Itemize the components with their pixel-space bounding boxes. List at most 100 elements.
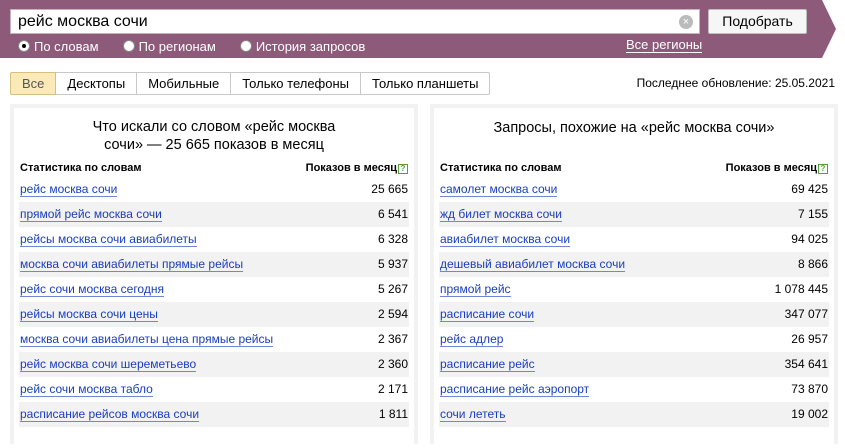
query-link[interactable]: самолет москва сочи [440, 183, 558, 197]
query-link[interactable]: рейс сочи москва табло [20, 383, 153, 397]
search-input[interactable] [18, 12, 668, 32]
shows-count: 1 078 445 [774, 282, 828, 296]
shows-count: 5 937 [377, 257, 408, 271]
search-header: × Подобрать По словам По регионам Истори… [0, 0, 845, 58]
query-link[interactable]: рейс москва сочи шереметьево [20, 358, 197, 372]
shows-count: 94 025 [791, 232, 828, 246]
table-row: сочи лететь 19 002 [439, 402, 829, 427]
shows-count: 354 641 [784, 357, 828, 371]
table-row: прямой рейс москва сочи 6 541 [19, 202, 409, 227]
shows-count: 19 002 [791, 407, 828, 421]
device-tabs: Все Десктопы Мобильные Только телефоны Т… [10, 72, 491, 95]
shows-count: 2 360 [377, 357, 408, 371]
table-row: расписание рейсов москва сочи 1 811 [19, 402, 409, 427]
table-row: расписание рейс 354 641 [439, 352, 829, 377]
query-link[interactable]: расписание сочи [440, 308, 535, 322]
radio-by-regions[interactable]: По регионам [122, 38, 216, 54]
radio-label: По регионам [138, 38, 216, 54]
radio-label: По словам [34, 38, 99, 54]
table-row: авиабилет москва сочи 94 025 [439, 227, 829, 252]
search-box[interactable]: × [10, 9, 700, 34]
radio-icon[interactable] [122, 40, 135, 52]
shows-count: 69 425 [791, 182, 828, 196]
query-link[interactable]: сочи лететь [440, 408, 506, 422]
clear-icon[interactable]: × [679, 15, 693, 29]
query-link[interactable]: расписание рейс [440, 358, 535, 372]
column-shows: Показов в месяц [725, 162, 817, 174]
shows-count: 6 328 [377, 232, 408, 246]
mode-radio-group: По словам По регионам История запросов [18, 37, 389, 55]
tab-all[interactable]: Все [10, 72, 57, 95]
query-link[interactable]: прямой рейс москва сочи [20, 208, 162, 222]
query-link[interactable]: прямой рейс [440, 283, 511, 297]
query-link[interactable]: авиабилет москва сочи [440, 233, 571, 247]
query-link[interactable]: москва сочи авиабилеты цена прямые рейсы [20, 333, 274, 347]
radio-history[interactable]: История запросов [239, 38, 366, 54]
help-icon[interactable]: ? [398, 164, 408, 174]
query-link[interactable]: рейс сочи москва сегодня [20, 283, 164, 297]
title-line: Что искали со словом «рейс москва [92, 119, 336, 135]
table-header: Статистика по словам Показов в месяц? [19, 160, 409, 177]
shows-count: 2 367 [377, 332, 408, 346]
table-row: рейс москва сочи 25 665 [19, 177, 409, 202]
column-shows: Показов в месяц [305, 162, 397, 174]
shows-count: 2 594 [377, 307, 408, 321]
shows-count: 5 267 [377, 282, 408, 296]
query-link[interactable]: расписание рейс аэропорт [440, 383, 590, 397]
shows-count: 6 541 [377, 207, 408, 221]
radio-icon[interactable] [239, 40, 252, 52]
similar-table: самолет москва сочи 69 425 жд билет москва… [439, 177, 829, 427]
table-row: рейс адлер 26 957 [439, 327, 829, 352]
help-icon[interactable]: ? [818, 164, 828, 174]
shows-count: 8 866 [797, 257, 828, 271]
shows-count: 2 171 [377, 382, 408, 396]
table-row: рейс москва сочи шереметьево 2 360 [19, 352, 409, 377]
similar-panel-title: Запросы, похожие на «рейс москва сочи» [439, 108, 829, 160]
query-link[interactable]: дешевый авиабилет москва сочи [440, 258, 626, 272]
radio-by-words[interactable]: По словам [18, 39, 99, 54]
query-link[interactable]: рейс москва сочи [20, 183, 118, 197]
query-link[interactable]: расписание рейсов москва сочи [20, 408, 200, 422]
shows-count: 7 155 [797, 207, 828, 221]
query-link[interactable]: жд билет москва сочи [440, 208, 562, 222]
shows-count: 1 811 [378, 407, 408, 421]
table-row: дешевый авиабилет москва сочи 8 866 [439, 252, 829, 277]
tab-desktops[interactable]: Десктопы [56, 72, 138, 95]
title-line: Запросы, похожие на «рейс москва сочи» [493, 120, 775, 136]
table-row: рейс сочи москва сегодня 5 267 [19, 277, 409, 302]
all-regions-link[interactable]: Все регионы [626, 37, 703, 53]
table-row: рейсы москва сочи цены 2 594 [19, 302, 409, 327]
words-panel: Что искали со словом «рейс москва сочи» … [10, 104, 418, 448]
query-link[interactable]: рейс адлер [440, 333, 504, 347]
table-row: москва сочи авиабилеты цена прямые рейсы… [19, 327, 409, 352]
shows-count: 25 665 [371, 182, 408, 196]
column-shows-wrap: Показов в месяц? [306, 160, 408, 177]
similar-panel: Запросы, похожие на «рейс москва сочи» С… [430, 104, 838, 448]
tab-mobile[interactable]: Мобильные [137, 72, 232, 95]
table-row: расписание сочи 347 077 [439, 302, 829, 327]
pick-button[interactable]: Подобрать [708, 9, 807, 34]
shows-count: 26 957 [791, 332, 828, 346]
table-row: самолет москва сочи 69 425 [439, 177, 829, 202]
shows-count: 347 077 [784, 307, 828, 321]
tab-tablets-only[interactable]: Только планшеты [361, 72, 491, 95]
column-shows-wrap: Показов в месяц? [726, 160, 828, 177]
column-words: Статистика по словам [440, 162, 562, 174]
query-link[interactable]: рейсы москва сочи цены [20, 308, 158, 322]
query-link[interactable]: рейсы москва сочи авиабилеты [20, 233, 197, 247]
table-header: Статистика по словам Показов в месяц? [439, 160, 829, 177]
last-update-text: Последнее обновление: 25.05.2021 [636, 76, 835, 90]
table-row: рейсы москва сочи авиабилеты 6 328 [19, 227, 409, 252]
words-table: рейс москва сочи 25 665 прямой рейс москва… [19, 177, 409, 427]
table-row: рейс сочи москва табло 2 171 [19, 377, 409, 402]
table-row: расписание рейс аэропорт 73 870 [439, 377, 829, 402]
table-row: прямой рейс 1 078 445 [439, 277, 829, 302]
query-link[interactable]: москва сочи авиабилеты прямые рейсы [20, 258, 244, 272]
radio-label: История запросов [255, 38, 366, 54]
table-row: жд билет москва сочи 7 155 [439, 202, 829, 227]
radio-selected-icon[interactable] [18, 40, 30, 52]
column-words: Статистика по словам [20, 162, 142, 174]
title-line: сочи» — 25 665 показов в месяц [104, 137, 324, 153]
shows-count: 73 870 [791, 382, 828, 396]
tab-phones-only[interactable]: Только телефоны [231, 72, 362, 95]
